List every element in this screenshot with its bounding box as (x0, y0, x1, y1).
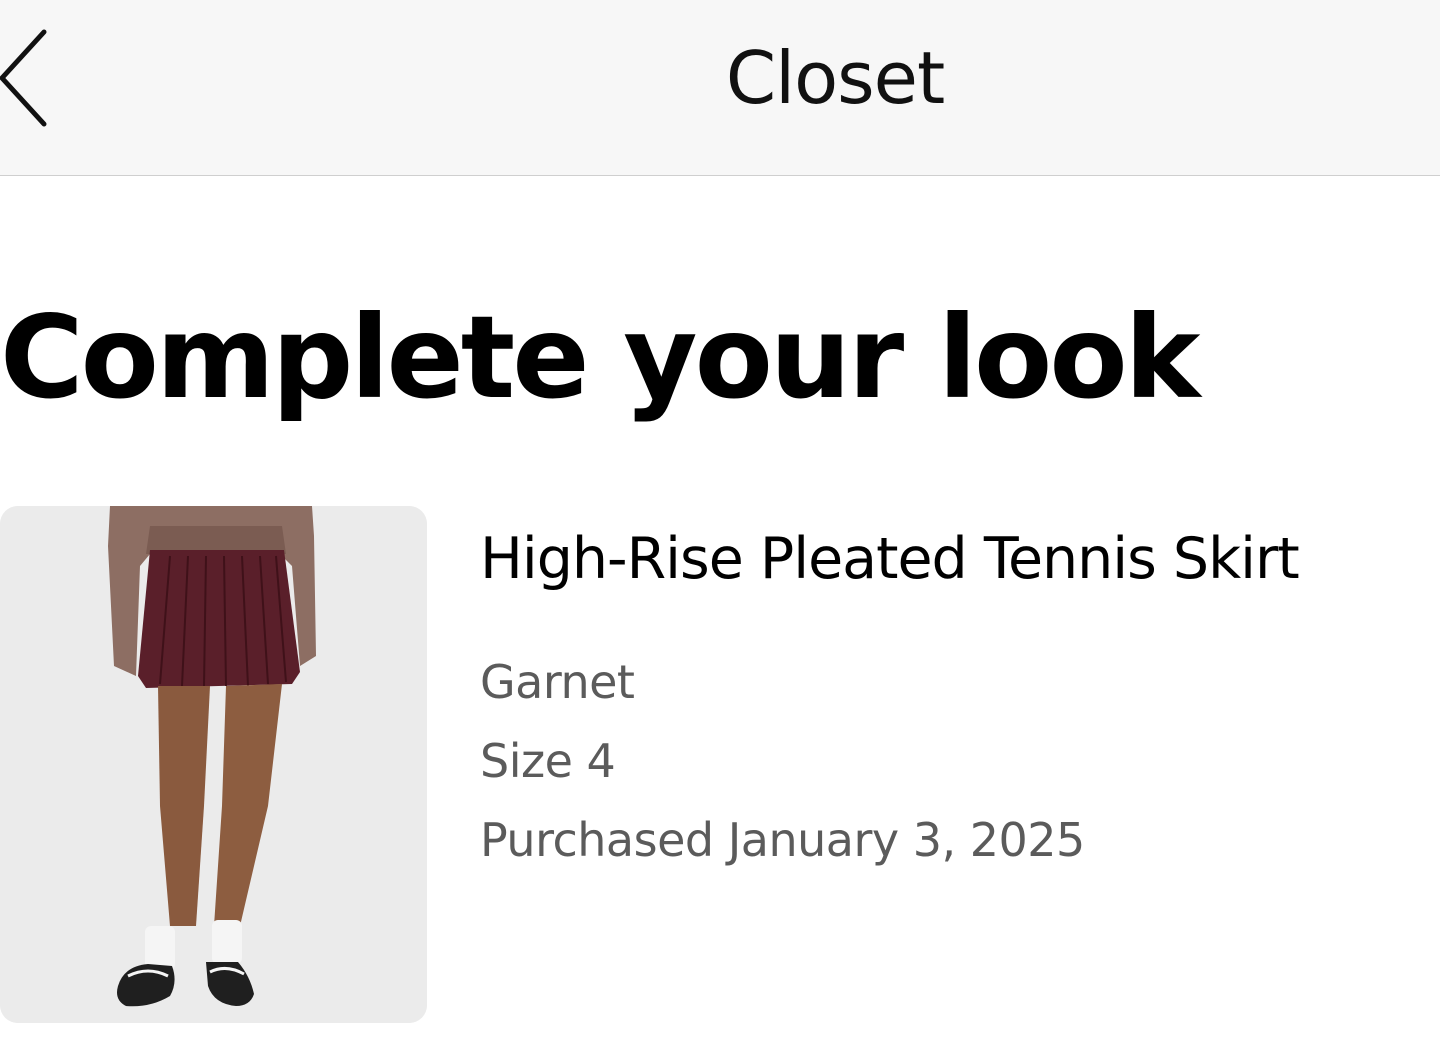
page-title: Closet (725, 36, 945, 120)
product-color: Garnet (480, 655, 635, 709)
product-photo (0, 506, 427, 1023)
section-heading: Complete your look (0, 291, 1200, 424)
product-card[interactable]: High-Rise Pleated Tennis Skirt Garnet Si… (0, 506, 1440, 1026)
navigation-bar: Closet (0, 0, 1440, 176)
product-size: Size 4 (480, 734, 616, 788)
product-name[interactable]: High-Rise Pleated Tennis Skirt (480, 524, 1300, 594)
product-image[interactable] (0, 506, 427, 1023)
purchase-date: Purchased January 3, 2025 (480, 813, 1085, 867)
